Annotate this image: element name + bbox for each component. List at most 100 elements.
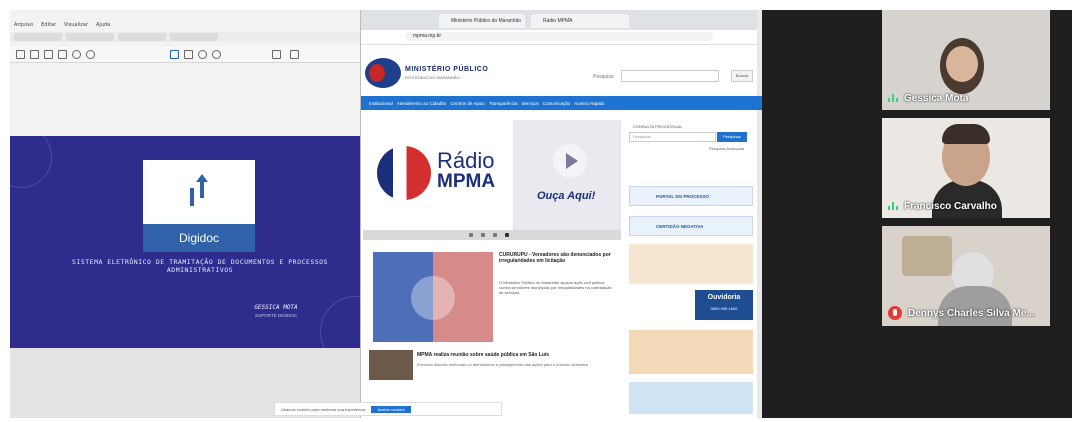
- slide-decoration: [10, 136, 52, 188]
- radio-title-brand: MPMA: [437, 171, 496, 192]
- app-tab[interactable]: [14, 33, 62, 41]
- cursor-icon[interactable]: [170, 50, 179, 59]
- participant-name: Dennys Charles Silva Me...: [908, 307, 1035, 319]
- menu-edit[interactable]: Editar: [41, 22, 56, 28]
- news-title[interactable]: CURURUPU - Vereadores são denunciados po…: [499, 252, 615, 264]
- menu-file[interactable]: Arquivo: [14, 22, 33, 28]
- menu-view[interactable]: Visualizar: [64, 22, 88, 28]
- ouvidoria-label: Ouvidoria: [707, 294, 741, 301]
- participant-namebar: Francisco Carvalho: [888, 201, 997, 212]
- bookmarks-bar: [361, 45, 762, 53]
- participant-namebar: Dennys Charles Silva Me...: [888, 306, 1035, 320]
- browser-tabbar: Ministério Público do Maranhão Rádio MPM…: [361, 10, 757, 30]
- certidao-banner[interactable]: CERTIDÃO NEGATIVA: [629, 216, 753, 236]
- advanced-search-link[interactable]: Pesquisa Avançada: [709, 146, 744, 151]
- browser-toolbar: mpma.mp.br: [361, 30, 757, 45]
- cookie-text: Usamos cookies para melhorar sua experiê…: [281, 406, 366, 412]
- site-navbar: Institucional Atendimento ao Cidadão Cen…: [361, 96, 762, 110]
- participant-face: [946, 46, 978, 82]
- app-tab[interactable]: [66, 33, 114, 41]
- open-icon[interactable]: [30, 50, 39, 59]
- presentation-slide: Digidoc SISTEMA ELETRÔNICO DE TRAMITAÇÃO…: [10, 136, 362, 348]
- menu-help[interactable]: Ajuda: [96, 22, 110, 28]
- carousel-dot[interactable]: [505, 233, 509, 237]
- app-tab[interactable]: [118, 33, 166, 41]
- print-icon[interactable]: [44, 50, 53, 59]
- ouvidoria-phone: 0800 098 1600: [710, 306, 738, 311]
- participant-hair: [942, 124, 990, 144]
- radio-cta[interactable]: Ouça Aqui!: [537, 190, 595, 202]
- radio-banner[interactable]: Rádio MPMA Ouça Aqui!: [363, 120, 621, 230]
- play-icon[interactable]: [553, 144, 587, 178]
- news-summary: O Ministério Público do Maranhão ajuizou…: [499, 280, 612, 295]
- nav-item[interactable]: Comunicação: [543, 101, 571, 106]
- news-summary: Encontro discutiu melhorias no atendimen…: [417, 362, 590, 367]
- sidebar-heading: CONSULTA PROCESSUAL: [633, 124, 683, 129]
- process-search-input[interactable]: Pesquisar: [629, 132, 716, 142]
- browser-window: Ministério Público do Maranhão Rádio MPM…: [360, 10, 762, 418]
- settings-icon[interactable]: [86, 50, 95, 59]
- draw-icon[interactable]: [290, 50, 299, 59]
- shared-screen: Arquivo Editar Visualizar Ajuda Digidoc …: [10, 10, 762, 418]
- nav-item[interactable]: Institucional: [369, 101, 393, 106]
- participant-tile[interactable]: Dennys Charles Silva Me...: [882, 226, 1050, 326]
- site-name: MINISTÉRIO PÚBLICO: [405, 66, 489, 73]
- participant-namebar: Gessica Mota: [888, 93, 968, 104]
- zoom-out-icon[interactable]: [212, 50, 221, 59]
- save-icon[interactable]: [58, 50, 67, 59]
- portal-banner[interactable]: PORTAL DO PROCESSO: [629, 186, 753, 206]
- browser-tab[interactable]: Ministério Público do Maranhão: [439, 14, 525, 28]
- ouvidoria-banner[interactable]: Ouvidoria 0800 098 1600: [695, 290, 753, 320]
- nav-item[interactable]: Atendimento ao Cidadão: [397, 101, 447, 106]
- digidoc-label: Digidoc: [143, 224, 255, 252]
- news-title[interactable]: MPMA realiza reunião sobre saúde pública…: [417, 352, 617, 358]
- participant-tile[interactable]: Francisco Carvalho: [882, 118, 1050, 218]
- search-label: Pesquisa: [593, 74, 614, 80]
- carousel-dot[interactable]: [493, 233, 497, 237]
- speaking-icon: [888, 201, 898, 212]
- site-search-button[interactable]: Buscar: [731, 70, 753, 82]
- carousel-dot[interactable]: [481, 233, 485, 237]
- slide-author: GESSICA MOTA: [254, 304, 298, 311]
- promo-banner[interactable]: [629, 330, 753, 374]
- rotate-icon[interactable]: [198, 50, 207, 59]
- promo-banner[interactable]: [629, 244, 753, 284]
- carousel-dot[interactable]: [469, 233, 473, 237]
- carousel-indicators: [363, 230, 621, 240]
- slide-heading: SISTEMA ELETRÔNICO DE TRAMITAÇÃO DE DOCU…: [72, 258, 328, 274]
- slide-author-role: SUPORTE DIGIDOC: [254, 313, 298, 318]
- cookie-bar: Usamos cookies para melhorar sua experiê…: [274, 402, 502, 416]
- highlight-icon[interactable]: [272, 50, 281, 59]
- address-bar[interactable]: mpma.mp.br: [405, 32, 713, 41]
- website: MINISTÉRIO PÚBLICO DO ESTADO DO MARANHÃO…: [361, 54, 762, 418]
- site-search-input[interactable]: [621, 70, 719, 82]
- nav-item[interactable]: Centros de Apoio: [450, 101, 485, 106]
- browser-tab-active[interactable]: Rádio MPMA: [531, 14, 629, 28]
- presentation-app: Arquivo Editar Visualizar Ajuda Digidoc …: [10, 10, 366, 418]
- app-toolbar: [10, 46, 362, 63]
- news-image[interactable]: [373, 252, 493, 342]
- news-thumbnail[interactable]: [369, 350, 413, 380]
- radio-logo-icon: [377, 146, 431, 200]
- site-sidebar: CONSULTA PROCESSUAL Pesquisar Pesquisar …: [625, 120, 757, 418]
- nav-item[interactable]: Acesso Rápido: [574, 101, 604, 106]
- nav-item[interactable]: Serviços: [521, 101, 538, 106]
- participant-tile[interactable]: Gessica Mota: [882, 10, 1050, 110]
- app-tab[interactable]: [170, 33, 218, 41]
- app-tabs: [10, 32, 366, 42]
- nav-item[interactable]: Transparência: [489, 101, 518, 106]
- select-icon[interactable]: [184, 50, 193, 59]
- accept-cookies-button[interactable]: Aceitar cookies: [371, 405, 411, 413]
- zoom-icon[interactable]: [72, 50, 81, 59]
- participant-name: Francisco Carvalho: [904, 201, 997, 212]
- new-icon[interactable]: [16, 50, 25, 59]
- participant-name: Gessica Mota: [904, 93, 969, 104]
- digidoc-logo-icon: [190, 174, 208, 206]
- radio-title: Rádio: [437, 148, 495, 173]
- process-search-button[interactable]: Pesquisar: [717, 132, 747, 142]
- video-call-window: Arquivo Editar Visualizar Ajuda Digidoc …: [10, 10, 1072, 418]
- site-subtitle: DO ESTADO DO MARANHÃO: [405, 75, 460, 80]
- promo-banner[interactable]: [629, 382, 753, 414]
- participant-background: [902, 236, 952, 276]
- mpma-logo[interactable]: [365, 58, 401, 88]
